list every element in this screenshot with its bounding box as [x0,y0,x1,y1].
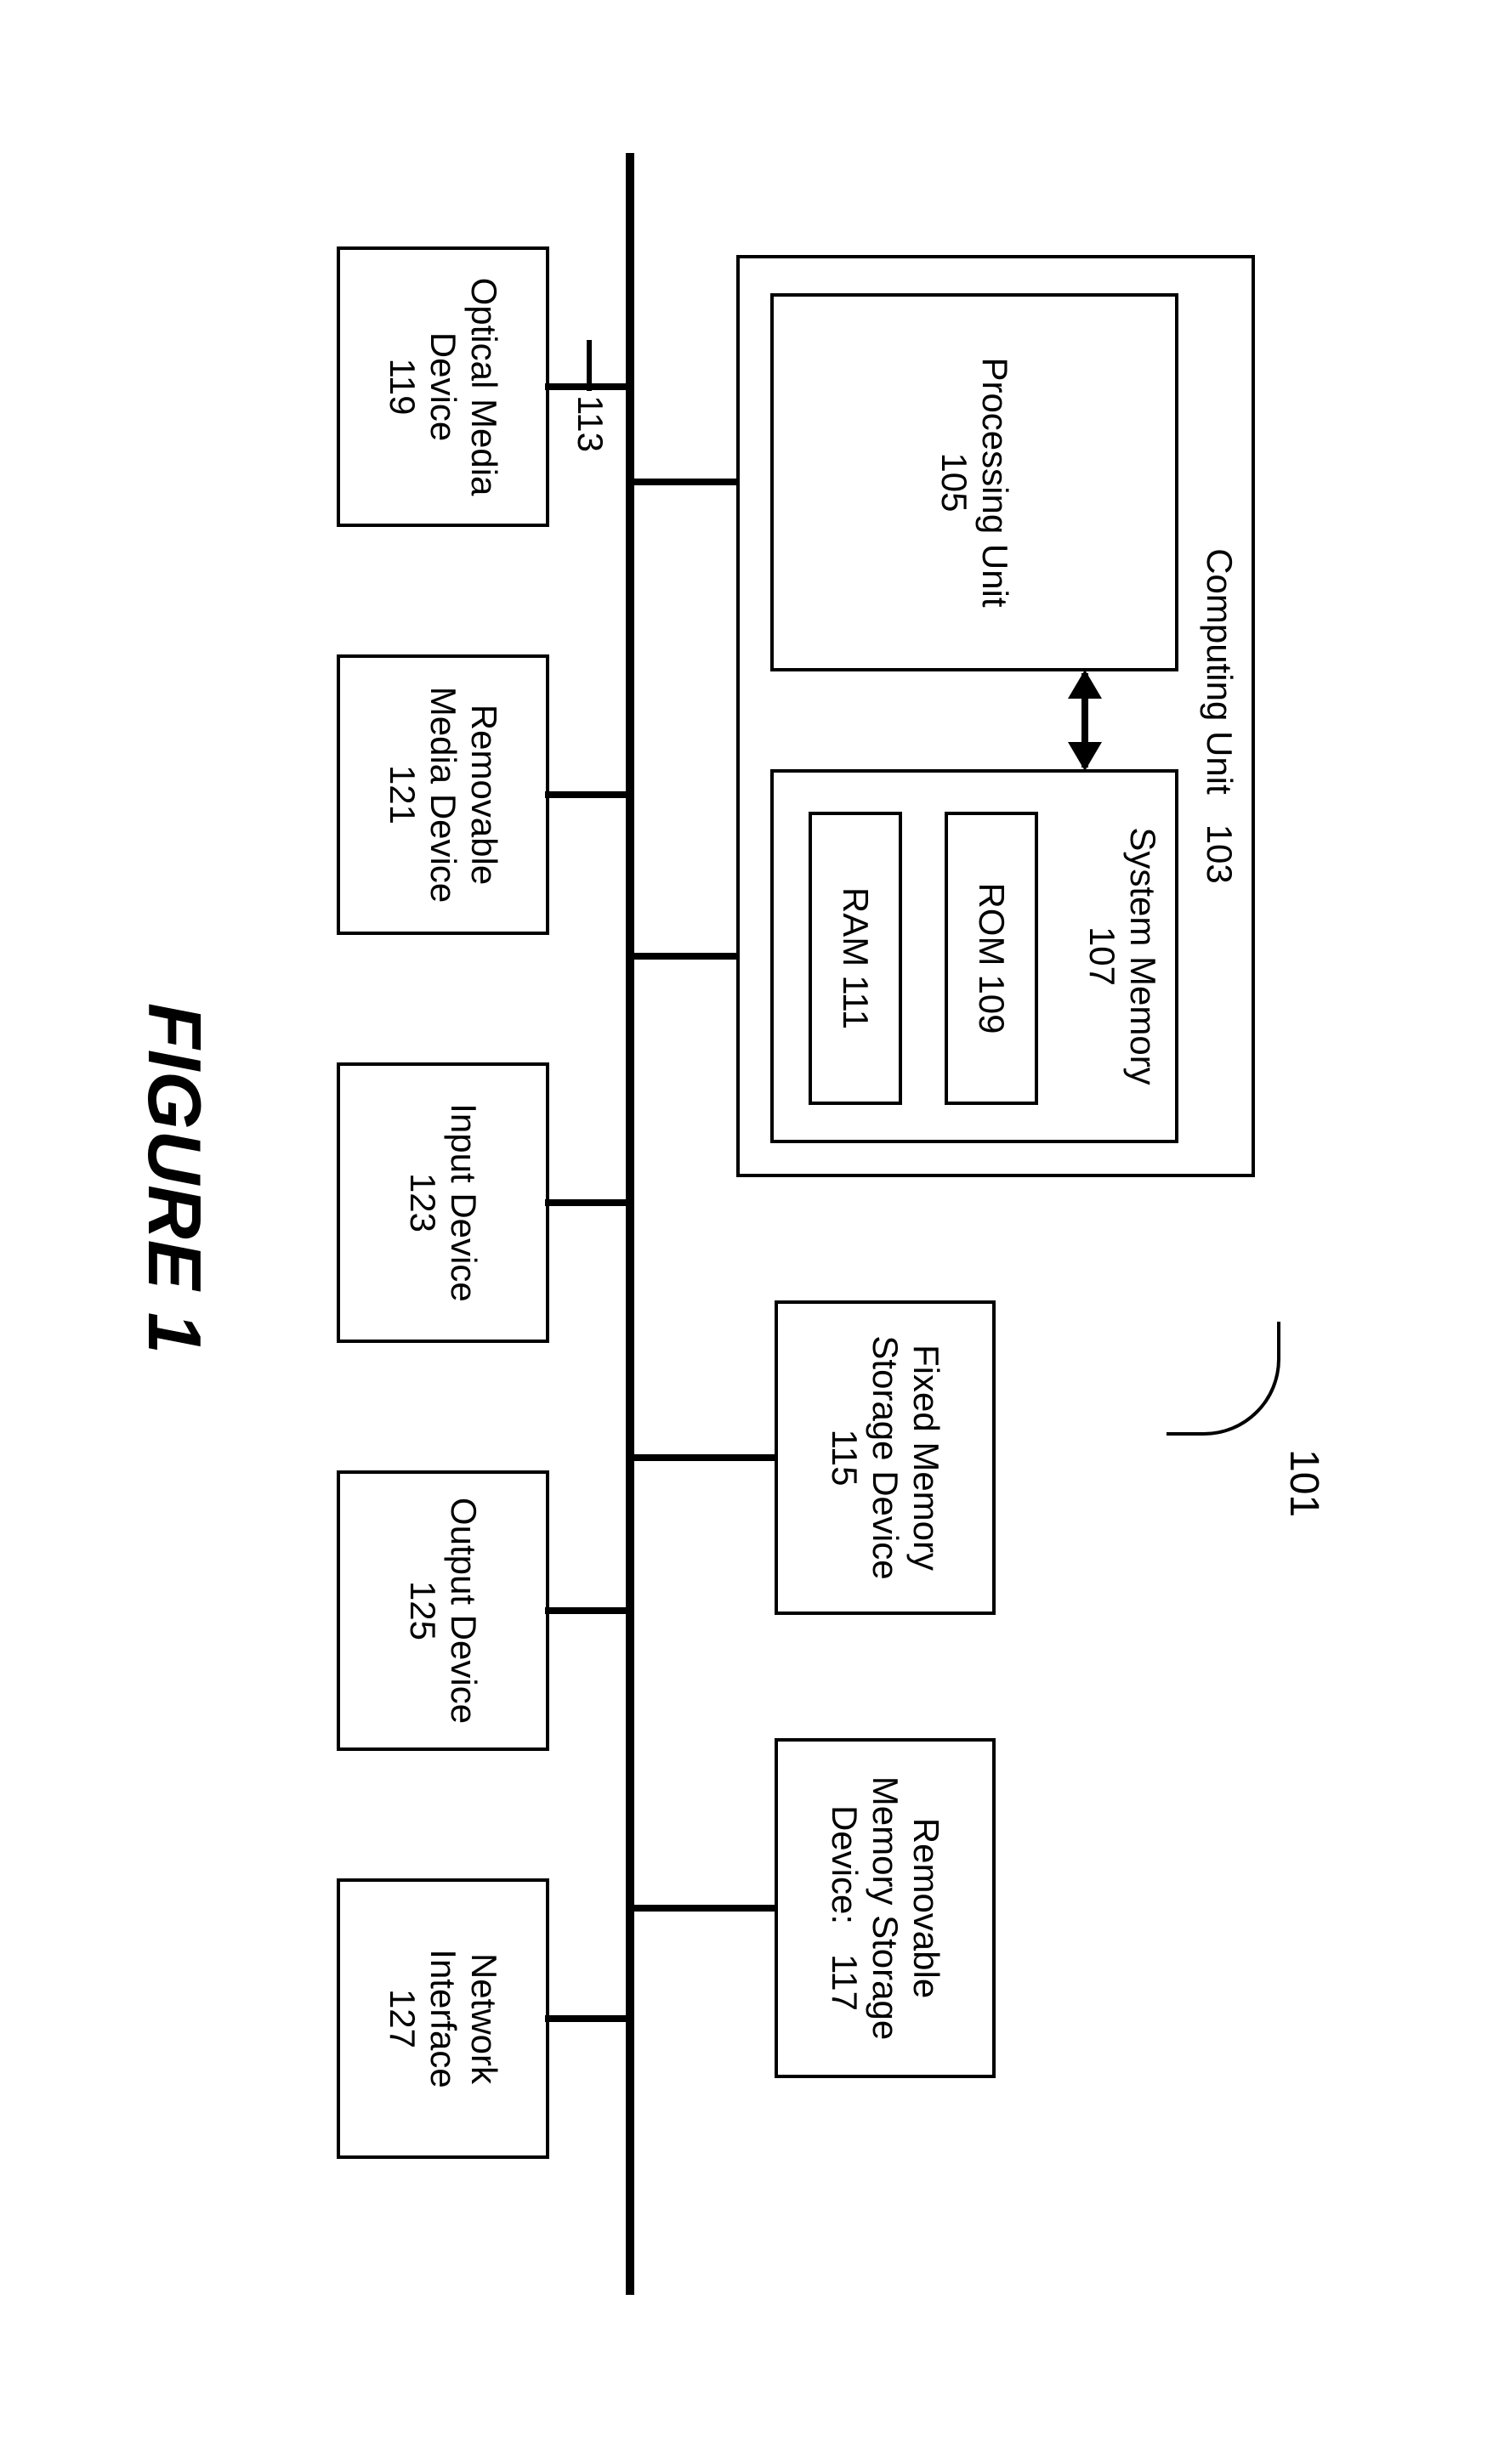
connector-fixed-memory-to-bus [630,1454,775,1461]
connector-bus-to-output [545,1607,630,1614]
connector-memory-to-bus [630,953,736,960]
fixed-memory-ref: 115 [824,1430,865,1487]
removable-memory-box: Removable Memory Storage Device: 117 [775,1738,996,2078]
optical-media-box: Optical Media Device 119 [337,246,549,527]
network-interface-l2: Interface [423,1949,463,2087]
rom-box: ROM 109 [945,812,1038,1105]
bus-ref-label: 113 [570,395,610,452]
diagram-canvas: 101 Computing Unit 103 Processing Unit 1… [0,0,1493,2464]
ram-label: RAM [835,887,876,966]
ram-box: RAM 111 [809,812,902,1105]
connector-bus-to-removable [545,791,630,798]
processing-unit-ref: 105 [934,452,974,512]
ram-ref: 111 [835,975,876,1029]
rom-label: ROM [971,882,1012,966]
input-device-ref: 123 [402,1173,443,1232]
network-interface-ref: 127 [382,1989,423,2048]
removable-media-l1: Removable [463,705,504,885]
system-ref-leader [1167,1322,1280,1436]
fixed-memory-l1: Fixed Memory [905,1345,946,1571]
removable-memory-l1: Removable [905,1818,946,1998]
removable-media-box: Removable Media Device 121 [337,654,549,935]
connector-bus-to-optical [545,383,630,390]
output-device-ref: 125 [402,1581,443,1640]
fixed-memory-box: Fixed Memory Storage Device 115 [775,1300,996,1615]
removable-memory-l3: Device: [825,1805,865,1924]
removable-media-ref: 121 [382,765,423,824]
optical-media-ref: 119 [382,359,423,416]
optical-media-l1: Optical Media [463,278,504,496]
output-device-box: Output Device 125 [337,1470,549,1751]
input-device-box: Input Device 123 [337,1062,549,1343]
processing-unit-label: Processing Unit [974,357,1015,607]
figure-caption: FIGURE 1 [131,1003,218,1355]
system-memory-ref: 107 [1081,926,1121,986]
removable-memory-ref: 117 [825,1954,865,2011]
network-interface-box: Network Interface 127 [337,1878,549,2159]
removable-media-l2: Media Device [423,687,463,903]
connector-processing-to-bus [630,479,736,485]
removable-memory-l2: Memory Storage [865,1776,905,2040]
processing-unit-box: Processing Unit 105 [770,293,1178,671]
rom-ref: 109 [971,974,1012,1034]
optical-media-l2: Device [423,332,463,441]
computing-unit-label: Computing Unit [1200,548,1240,794]
fixed-memory-l2: Storage Device [865,1335,905,1579]
connector-bus-to-network [545,2015,630,2022]
system-memory-label: System Memory [1122,827,1163,1085]
output-device-l1: Output Device [443,1498,484,1724]
computing-unit-ref: 103 [1200,824,1240,884]
input-device-l1: Input Device [443,1103,484,1301]
system-ref-label: 101 [1280,1449,1327,1517]
cpu-memory-arrow [1081,673,1088,768]
connector-removable-memory-to-bus [630,1905,775,1912]
network-interface-l1: Network [463,1953,504,2084]
system-bus [626,153,634,2295]
connector-bus-to-input [545,1199,630,1206]
